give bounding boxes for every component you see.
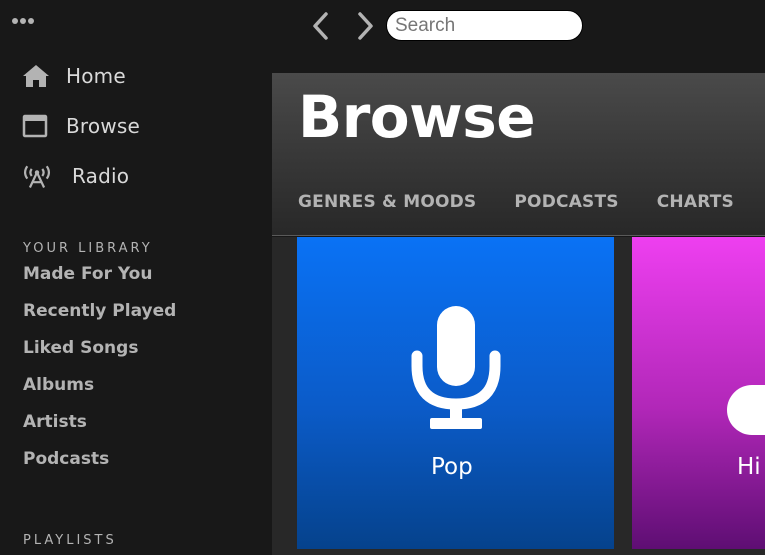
sidebar-item-browse[interactable]: Browse (22, 110, 252, 142)
sidebar-item-label: Radio (72, 164, 130, 188)
sidebar-item-label: Home (66, 64, 126, 88)
tab-podcasts[interactable]: PODCASTS (514, 192, 618, 212)
genre-card-pop[interactable]: Pop (297, 237, 614, 549)
library-item-liked-songs[interactable]: Liked Songs (23, 336, 176, 373)
genre-card-hi[interactable]: Hi (632, 237, 765, 549)
library-item-podcasts[interactable]: Podcasts (23, 447, 176, 484)
sidebar-item-label: Browse (66, 114, 141, 138)
top-bar (272, 0, 765, 73)
sidebar-item-home[interactable]: Home (22, 60, 252, 92)
library-item-albums[interactable]: Albums (23, 373, 176, 410)
app-window: Home Browse Radio YOUR LIBRARY Made For … (0, 0, 765, 555)
library-list: Made For You Recently Played Liked Songs… (23, 262, 176, 484)
genre-card-label: Pop (431, 454, 473, 480)
microphone-icon (411, 306, 501, 429)
page-header: Browse GENRES & MOODS PODCASTS CHARTS (272, 73, 765, 236)
tab-bar: GENRES & MOODS PODCASTS CHARTS (298, 192, 765, 212)
music-note-icon (727, 385, 765, 435)
genre-card-label: Hi (737, 454, 761, 480)
radio-icon (22, 162, 52, 190)
browse-icon (22, 112, 52, 140)
main-content: Browse GENRES & MOODS PODCASTS CHARTS Po… (272, 73, 765, 555)
home-icon (22, 62, 52, 90)
search-input[interactable] (386, 10, 583, 41)
back-arrow-icon[interactable] (308, 11, 334, 41)
tab-genres-moods[interactable]: GENRES & MOODS (298, 192, 476, 212)
library-item-artists[interactable]: Artists (23, 410, 176, 447)
tab-charts[interactable]: CHARTS (657, 192, 734, 212)
library-section-title: YOUR LIBRARY (23, 241, 153, 256)
library-item-recently-played[interactable]: Recently Played (23, 299, 176, 336)
forward-arrow-icon[interactable] (352, 11, 378, 41)
sidebar: Home Browse Radio YOUR LIBRARY Made For … (0, 0, 272, 555)
playlists-section-title: PLAYLISTS (23, 533, 117, 548)
library-item-made-for-you[interactable]: Made For You (23, 262, 176, 299)
genre-grid: Pop Hi (272, 237, 765, 555)
menu-dots-icon[interactable] (12, 16, 38, 26)
page-title: Browse (298, 83, 536, 151)
sidebar-item-radio[interactable]: Radio (22, 160, 252, 192)
